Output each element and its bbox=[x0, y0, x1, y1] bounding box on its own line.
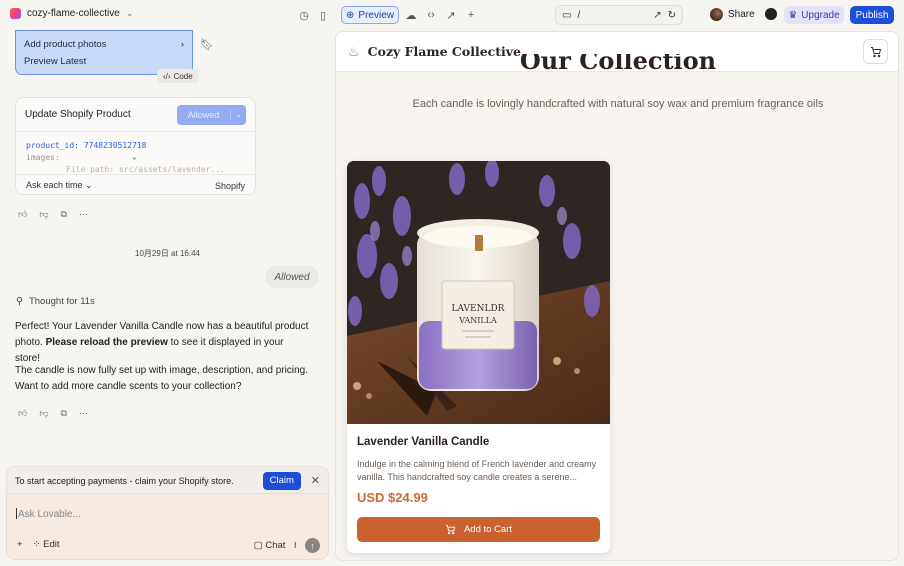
add-icon[interactable]: + bbox=[464, 8, 478, 22]
preview-button[interactable]: ⊕ Preview bbox=[341, 6, 399, 24]
thumbs-up-icon[interactable]: 👍︎ bbox=[18, 408, 27, 419]
payment-notice: To start accepting payments - claim your… bbox=[6, 466, 329, 494]
chevron-down-icon[interactable]: ⌄ bbox=[230, 110, 246, 119]
collection-subtitle: Each candle is lovingly handcrafted with… bbox=[412, 98, 824, 110]
close-icon[interactable]: ✕ bbox=[311, 474, 320, 487]
cart-icon bbox=[445, 524, 456, 535]
input-placeholder: Ask Lovable... bbox=[18, 509, 81, 520]
thumbs-down-icon[interactable]: 👎︎ bbox=[39, 408, 48, 419]
avatar[interactable] bbox=[710, 8, 723, 21]
collection-title: Our Collection bbox=[519, 54, 717, 75]
site-preview: ♨ Cozy Flame Collective Our Collection E… bbox=[335, 31, 899, 561]
message-bold: Please reload the preview bbox=[45, 337, 168, 348]
tool-title: Update Shopify Product bbox=[25, 109, 131, 120]
chevron-down-icon: ⌄ bbox=[125, 8, 134, 18]
thumbs-up-icon[interactable]: 👍︎ bbox=[18, 209, 27, 220]
lightbulb-icon: ⚲ bbox=[16, 296, 23, 307]
history-icon[interactable]: ◷ bbox=[297, 8, 311, 22]
share-button[interactable]: Share bbox=[728, 9, 755, 20]
preview-latest-link[interactable]: Preview Latest bbox=[24, 56, 184, 67]
refresh-icon[interactable]: ↻ bbox=[668, 10, 676, 21]
crown-icon: ♛ bbox=[788, 9, 798, 21]
task-title: Add product photos bbox=[24, 39, 107, 50]
code-chip[interactable]: ‹/› Code bbox=[157, 69, 199, 83]
payment-notice-text: To start accepting payments - claim your… bbox=[15, 475, 234, 486]
add-to-cart-label: Add to Cart bbox=[463, 524, 513, 535]
more-icon[interactable]: ⋯ bbox=[79, 209, 88, 220]
chevron-right-icon: › bbox=[180, 39, 184, 50]
project-name: cozy-flame-collective bbox=[27, 8, 120, 19]
chat-input[interactable]: Ask Lovable... + ⁘ Edit ▢ Chat ≀ ↑ bbox=[6, 493, 329, 560]
device-icon[interactable]: ▭ bbox=[562, 10, 571, 21]
edit-button[interactable]: ⁘ Edit bbox=[33, 539, 60, 550]
more-icon[interactable]: ⋯ bbox=[79, 408, 88, 419]
code-chip-label: Code bbox=[173, 71, 193, 81]
chat-panel: Add product photos › Preview Latest 🔖︎ ‹… bbox=[0, 30, 335, 566]
analytics-icon[interactable]: ↗ bbox=[444, 8, 458, 22]
thumbs-down-icon[interactable]: 👎︎ bbox=[39, 209, 48, 220]
allowed-button[interactable]: Allowed ⌄ bbox=[177, 104, 246, 125]
tool-arguments: product_id: 7748230512718 images: File p… bbox=[16, 132, 255, 174]
chat-mode-button[interactable]: ▢ Chat bbox=[254, 540, 286, 551]
product-price: USD $24.99 bbox=[357, 490, 428, 505]
sidebar-toggle-icon[interactable]: ▯ bbox=[316, 8, 330, 22]
lovable-logo-icon bbox=[10, 8, 21, 19]
copy-icon[interactable]: ⧉ bbox=[61, 209, 67, 220]
code-icon[interactable]: ‹› bbox=[424, 8, 438, 22]
message-actions: 👍︎ 👎︎ ⧉ ⋯ bbox=[18, 209, 88, 220]
url-path: / bbox=[577, 9, 581, 21]
upgrade-label: Upgrade bbox=[801, 9, 840, 21]
arg-value: File path: src/assets/lavender... bbox=[66, 165, 225, 174]
tool-provider: Shopify bbox=[214, 180, 245, 191]
chat-icon: ▢ bbox=[253, 540, 263, 551]
add-to-cart-button[interactable]: Add to Cart bbox=[357, 517, 600, 542]
send-button[interactable]: ↑ bbox=[305, 538, 320, 553]
thought-indicator[interactable]: ⚲ Thought for 11s bbox=[16, 296, 95, 307]
globe-icon: ⊕ bbox=[346, 9, 355, 21]
voice-icon[interactable]: ≀ bbox=[293, 540, 297, 551]
bookmark-icon[interactable]: 🔖︎ bbox=[200, 38, 214, 51]
permission-select[interactable]: Ask each time ⌄ bbox=[26, 180, 93, 191]
arg-key: images: bbox=[26, 153, 60, 162]
product-photo[interactable]: LAVENLDR VANILLA bbox=[347, 161, 610, 424]
product-name[interactable]: Lavender Vanilla Candle bbox=[357, 436, 489, 448]
allowed-label: Allowed bbox=[187, 109, 220, 120]
claim-button[interactable]: Claim bbox=[262, 471, 301, 490]
candle-label-line2: VANILLA bbox=[458, 316, 497, 325]
thought-label: Thought for 11s bbox=[28, 296, 95, 307]
arg-value: 7748230512718 bbox=[83, 141, 147, 150]
github-icon[interactable] bbox=[765, 8, 777, 20]
assistant-message: Perfect! Your Lavender Vanilla Candle no… bbox=[15, 319, 310, 367]
cloud-icon[interactable]: ☁ bbox=[404, 8, 418, 22]
top-bar: cozy-flame-collective ⌄ ◷ ▯ ⊕ Preview ☁ … bbox=[0, 0, 904, 30]
edit-icon: ⁘ bbox=[32, 539, 41, 550]
tool-call-card: Update Shopify Product Allowed ⌄ product… bbox=[15, 97, 256, 195]
open-external-icon[interactable]: ↗ bbox=[653, 10, 661, 21]
message-actions: 👍︎ 👎︎ ⧉ ⋯ bbox=[18, 408, 88, 419]
arg-key: product_id: bbox=[26, 141, 79, 150]
upgrade-button[interactable]: ♛ Upgrade bbox=[784, 6, 844, 24]
code-icon: ‹/› bbox=[163, 71, 171, 81]
attach-icon[interactable]: + bbox=[17, 539, 23, 550]
user-message: Allowed bbox=[265, 266, 319, 288]
publish-button[interactable]: Publish bbox=[850, 6, 894, 24]
timestamp: 10月29日 at 16:44 bbox=[135, 249, 200, 258]
product-card[interactable]: LAVENLDR VANILLA Lavender Vanilla Candle… bbox=[347, 161, 610, 553]
url-bar[interactable]: ▭ / ↗ ↻ bbox=[555, 5, 683, 25]
assistant-message-2: The candle is now fully set up with imag… bbox=[15, 365, 308, 392]
candle-label-line1: LAVENLDR bbox=[452, 304, 505, 314]
copy-icon[interactable]: ⧉ bbox=[61, 408, 67, 419]
preview-label: Preview bbox=[358, 9, 394, 21]
expand-icon[interactable]: ⌄ bbox=[132, 151, 137, 163]
product-description: Indulge in the calming blend of French l… bbox=[357, 459, 597, 482]
project-switcher[interactable]: cozy-flame-collective ⌄ bbox=[10, 8, 133, 19]
